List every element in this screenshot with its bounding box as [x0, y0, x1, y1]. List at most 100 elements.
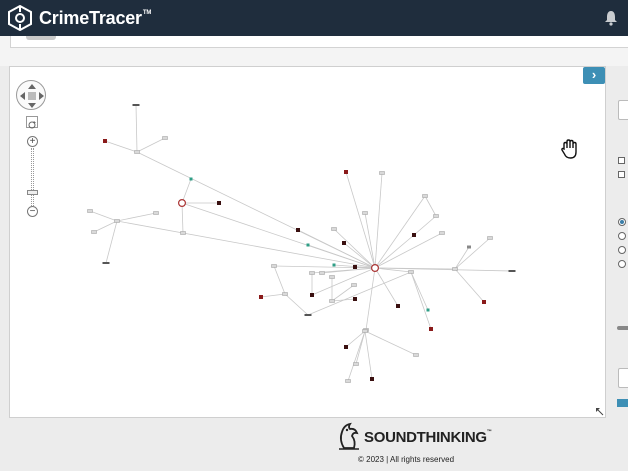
graph-node[interactable] [422, 194, 428, 198]
graph-edge [410, 271, 429, 311]
panel-checkbox-2[interactable] [618, 171, 625, 178]
zoom-in-icon[interactable]: + [27, 136, 38, 147]
expand-panel-icon[interactable]: › [583, 67, 605, 84]
graph-node[interactable] [271, 264, 277, 268]
panel-radio-4[interactable] [618, 260, 626, 268]
resize-handle-icon[interactable] [596, 408, 604, 416]
graph-node[interactable] [362, 211, 368, 215]
panel-search-box[interactable] [618, 100, 628, 120]
link-analysis-canvas[interactable]: + − › [9, 66, 606, 418]
graph-node[interactable] [304, 314, 312, 316]
graph-node[interactable] [487, 236, 493, 240]
graph-node[interactable] [412, 233, 416, 237]
zoom-slider-thumb[interactable] [27, 190, 38, 196]
app-brand[interactable]: CrimeTracerTM [39, 8, 151, 29]
graph-edge [284, 293, 309, 316]
graph-node[interactable] [342, 241, 346, 245]
graph-node[interactable] [134, 150, 140, 154]
graph-node[interactable] [114, 219, 120, 223]
graph-node[interactable] [379, 171, 385, 175]
reset-view-icon[interactable] [26, 116, 38, 129]
graph-node[interactable] [331, 227, 337, 231]
graph-node[interactable] [259, 295, 263, 299]
graph-edge [410, 271, 432, 330]
graph-node[interactable] [306, 243, 310, 247]
zoom-slider-track[interactable] [31, 148, 34, 206]
graph-node[interactable] [467, 245, 471, 249]
graph-edge [260, 293, 286, 298]
graph-node[interactable] [309, 271, 315, 275]
graph-node[interactable] [351, 283, 357, 287]
graph-edge [89, 210, 118, 222]
filter-side-panel [612, 66, 628, 418]
graph-node[interactable] [353, 265, 357, 269]
graph-node[interactable] [344, 170, 348, 174]
crimetracer-logo-icon[interactable] [7, 5, 33, 31]
graph-node[interactable] [452, 267, 458, 271]
panel-checkbox-1[interactable] [618, 157, 625, 164]
company-name: SOUNDTHINKING™ [364, 429, 492, 446]
graph-node[interactable] [153, 211, 159, 215]
graph-node[interactable] [329, 275, 335, 279]
panel-input[interactable] [618, 368, 628, 388]
panel-radio-3[interactable] [618, 246, 626, 254]
panel-radio-1[interactable] [618, 218, 626, 226]
graph-node[interactable] [396, 304, 400, 308]
panel-button[interactable] [617, 399, 628, 407]
graph-node[interactable] [282, 292, 288, 296]
hand-cursor-icon [561, 139, 577, 159]
graph-node[interactable] [296, 228, 300, 232]
graph-node[interactable] [132, 104, 140, 106]
graph-edge [116, 212, 157, 222]
graph-node[interactable] [426, 308, 430, 312]
graph-node[interactable] [103, 139, 107, 143]
graph-node[interactable] [310, 293, 314, 297]
toolbar-tab-handle[interactable] [26, 36, 56, 40]
graph-node[interactable] [332, 263, 336, 267]
graph-node[interactable] [439, 231, 445, 235]
graph-node[interactable] [189, 177, 193, 181]
graph-node[interactable] [353, 362, 359, 366]
graph-edge [136, 137, 166, 153]
pan-pad-icon[interactable] [16, 80, 46, 110]
graph-node[interactable] [329, 299, 335, 303]
graph-edge [374, 172, 383, 269]
graph-edge [273, 265, 286, 295]
graph-node[interactable] [180, 231, 186, 235]
graph-edge [93, 220, 118, 233]
panel-radio-2[interactable] [618, 232, 626, 240]
copyright-text: © 2023 | All rights reserved [358, 455, 455, 464]
graph-edge [454, 237, 491, 270]
network-graph[interactable] [10, 67, 605, 417]
graph-node[interactable] [102, 262, 110, 264]
graph-node[interactable] [482, 300, 486, 304]
graph-edge [365, 267, 376, 331]
graph-node[interactable] [87, 209, 93, 213]
graph-hub-node[interactable] [178, 199, 187, 208]
graph-edge [307, 244, 376, 269]
graph-hub-node[interactable] [371, 264, 380, 273]
graph-node[interactable] [362, 329, 368, 333]
zoom-out-icon[interactable]: − [27, 206, 38, 217]
graph-edge [104, 140, 138, 153]
graph-node[interactable] [433, 214, 439, 218]
graph-node[interactable] [217, 201, 221, 205]
graph-node[interactable] [162, 136, 168, 140]
graph-edge [424, 195, 437, 217]
graph-node[interactable] [319, 271, 325, 275]
graph-edge [454, 268, 485, 303]
graph-node[interactable] [353, 297, 357, 301]
bell-icon[interactable] [604, 10, 618, 26]
graph-node[interactable] [345, 379, 351, 383]
graph-node[interactable] [344, 345, 348, 349]
graph-edge [345, 171, 376, 269]
graph-node[interactable] [370, 377, 374, 381]
graph-edge [331, 298, 356, 302]
graph-node[interactable] [508, 270, 516, 272]
panel-slider[interactable] [617, 326, 628, 330]
graph-node[interactable] [408, 270, 414, 274]
graph-node[interactable] [413, 353, 419, 357]
graph-edge [105, 220, 118, 264]
graph-node[interactable] [429, 327, 433, 331]
graph-node[interactable] [91, 230, 97, 234]
